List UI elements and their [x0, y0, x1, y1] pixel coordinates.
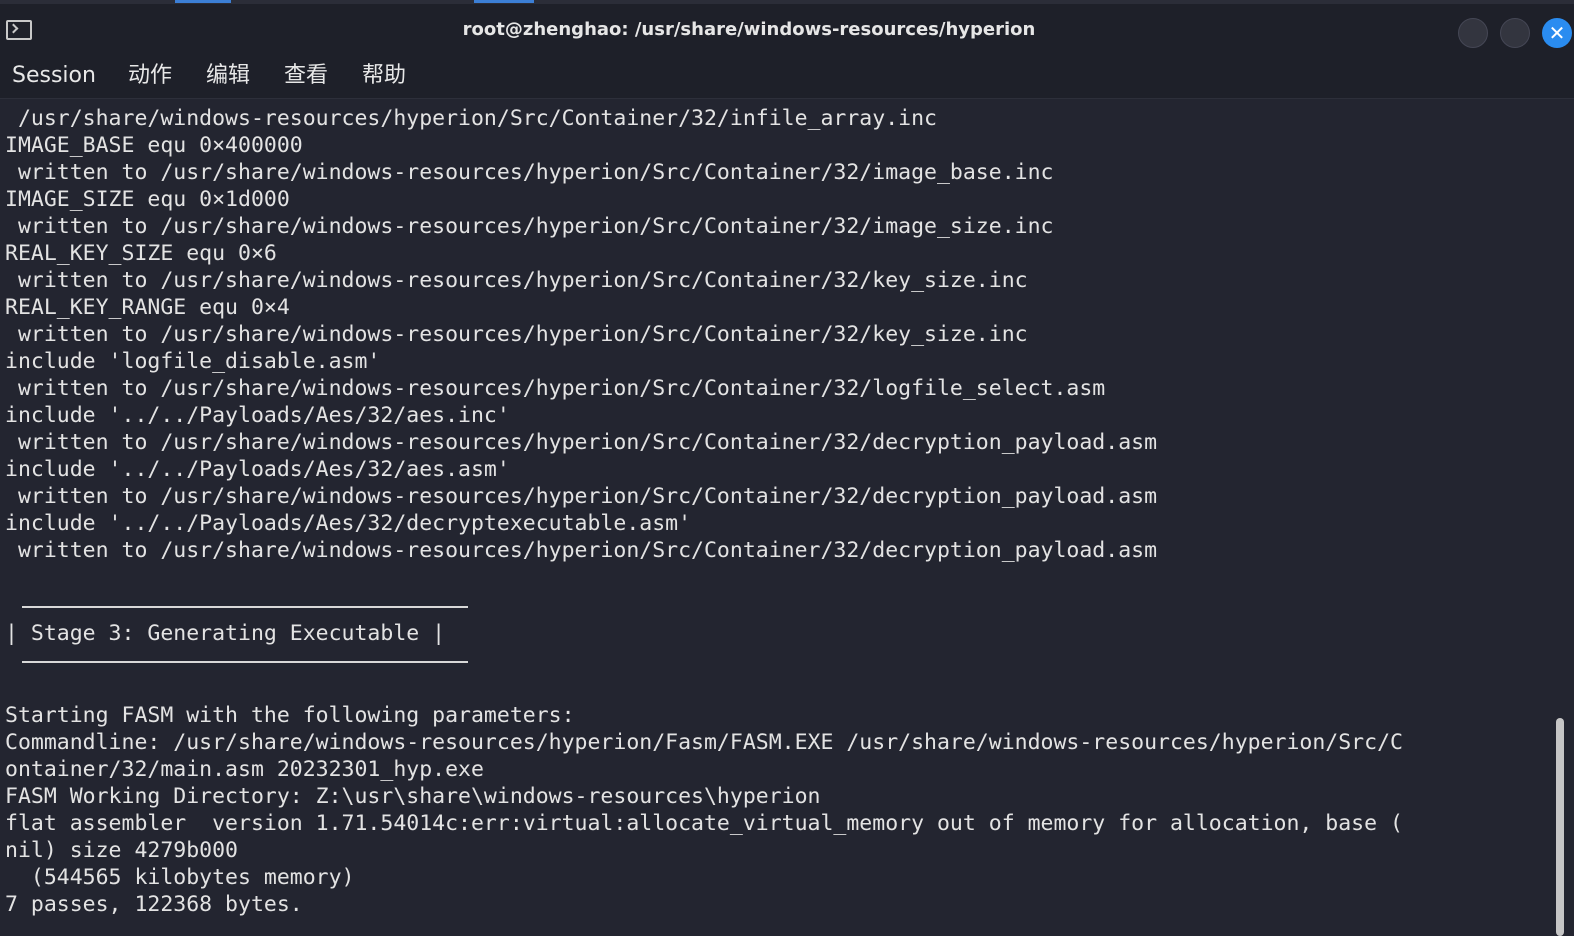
stage-banner-top-rule: [22, 606, 468, 608]
menu-actions[interactable]: 动作: [128, 61, 172, 91]
terminal-line: IMAGE_SIZE equ 0×1d000: [5, 187, 290, 212]
terminal-line: written to /usr/share/windows-resources/…: [5, 484, 1158, 509]
menu-help[interactable]: 帮助: [362, 61, 406, 91]
maximize-button[interactable]: [1500, 18, 1530, 48]
terminal-line: include '../../Payloads/Aes/32/decryptex…: [5, 511, 692, 536]
terminal-line: include '../../Payloads/Aes/32/aes.inc': [5, 403, 510, 428]
terminal-line: ontainer/32/main.asm 20232301_hyp.exe: [5, 757, 484, 782]
terminal-line: FASM Working Directory: Z:\usr\share\win…: [5, 784, 821, 809]
terminal-line: written to /usr/share/windows-resources/…: [5, 430, 1158, 455]
terminal-line: written to /usr/share/windows-resources/…: [5, 538, 1158, 563]
terminal-line: Starting FASM with the following paramet…: [5, 703, 575, 728]
terminal-line: REAL_KEY_RANGE equ 0×4: [5, 295, 290, 320]
terminal-output[interactable]: /usr/share/windows-resources/hyperion/Sr…: [0, 100, 1548, 936]
terminal-line: nil) size 4279b000: [5, 838, 238, 863]
terminal-line: written to /usr/share/windows-resources/…: [5, 160, 1054, 185]
terminal-line: written to /usr/share/windows-resources/…: [5, 322, 1028, 347]
terminal-line: written to /usr/share/windows-resources/…: [5, 214, 1054, 239]
title-bar[interactable]: root@zhenghao: /usr/share/windows-resour…: [0, 4, 1574, 56]
stage-banner-bottom-rule: [22, 661, 468, 663]
terminal-line: include 'logfile_disable.asm': [5, 349, 381, 374]
minimize-button[interactable]: [1458, 18, 1488, 48]
terminal-window: root@zhenghao: /usr/share/windows-resour…: [0, 0, 1574, 936]
terminal-line: Commandline: /usr/share/windows-resource…: [5, 730, 1403, 755]
taskbar-indicator: [474, 0, 534, 3]
terminal-line: (544565 kilobytes memory): [5, 865, 355, 890]
close-button[interactable]: ✕: [1542, 18, 1572, 48]
stage-banner: | Stage 3: Generating Executable |: [5, 621, 446, 646]
window-title: root@zhenghao: /usr/share/windows-resour…: [462, 19, 1036, 40]
vertical-scrollbar[interactable]: [1556, 718, 1564, 936]
terminal-line: written to /usr/share/windows-resources/…: [5, 268, 1028, 293]
menu-view[interactable]: 查看: [284, 61, 328, 91]
menu-session[interactable]: Session: [12, 61, 96, 91]
terminal-line: 7 passes, 122368 bytes.: [5, 892, 303, 917]
terminal-line: IMAGE_BASE equ 0×400000: [5, 133, 303, 158]
close-icon: ✕: [1548, 21, 1566, 45]
terminal-line: include '../../Payloads/Aes/32/aes.asm': [5, 457, 510, 482]
menu-bar: Session 动作 编辑 查看 帮助: [0, 56, 1574, 99]
taskbar-indicator: [175, 0, 231, 3]
terminal-line: /usr/share/windows-resources/hyperion/Sr…: [5, 106, 937, 131]
menu-edit[interactable]: 编辑: [206, 61, 250, 91]
terminal-line: written to /usr/share/windows-resources/…: [5, 376, 1106, 401]
terminal-line: REAL_KEY_SIZE equ 0×6: [5, 241, 277, 266]
terminal-line: flat assembler version 1.71.54014c:err:v…: [5, 811, 1403, 836]
